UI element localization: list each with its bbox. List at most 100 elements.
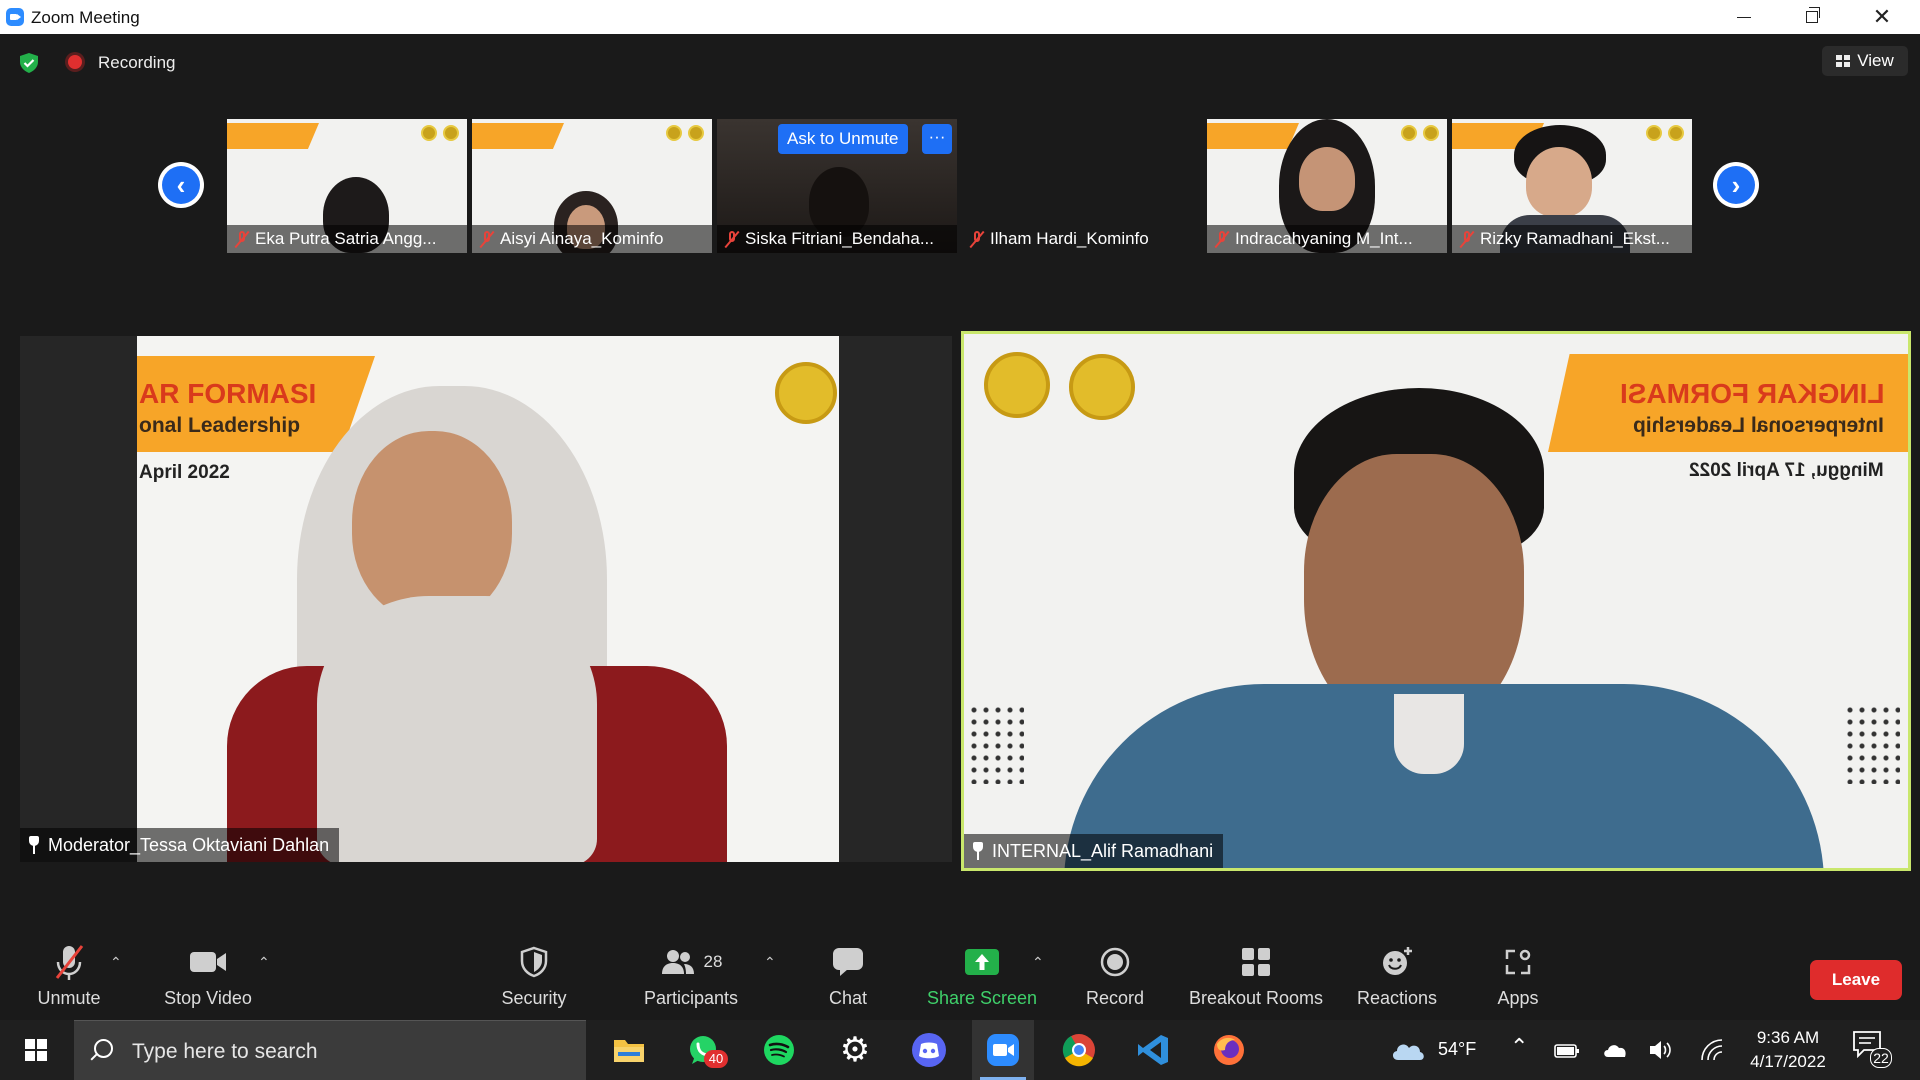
reactions-emoji-icon — [1383, 947, 1412, 975]
breakout-rooms-button[interactable]: Breakout Rooms — [1184, 940, 1328, 1020]
taskbar-search-input[interactable] — [130, 1036, 554, 1068]
volume-speaker-icon[interactable] — [1648, 1038, 1674, 1062]
record-button[interactable]: Record — [1078, 940, 1152, 1020]
reactions-label: Reactions — [1356, 988, 1438, 1008]
share-screen-icon — [965, 949, 999, 975]
security-button[interactable]: Security — [494, 940, 574, 1020]
windows-taskbar: 40 ⚙ — [0, 1020, 1920, 1080]
zoom-app-icon — [6, 8, 24, 26]
wifi-icon[interactable] — [1700, 1038, 1724, 1062]
muted-mic-icon — [725, 230, 739, 248]
participant-tile[interactable]: Rizky Ramadhani_Ekst... — [1452, 119, 1692, 253]
spotify-app[interactable] — [748, 1020, 810, 1080]
folder-icon — [614, 1040, 644, 1062]
taskbar-clock[interactable]: 9:36 AM 4/17/2022 — [1738, 1026, 1838, 1074]
next-page-button[interactable]: › — [1713, 162, 1759, 208]
notification-center-button[interactable]: 22 — [1852, 1030, 1892, 1070]
taskbar-search[interactable] — [74, 1020, 586, 1080]
encryption-shield-icon[interactable] — [18, 52, 40, 74]
participant-tile[interactable]: Indracahyaning M_Int... — [1207, 119, 1447, 253]
muted-mic-icon — [970, 230, 984, 248]
minimize-button[interactable] — [1716, 0, 1772, 34]
university-seal-icon — [1069, 354, 1135, 420]
speaker-nameplate: INTERNAL_Alif Ramadhani — [964, 834, 1224, 868]
slide-date: Minggu, 17 April 2022 — [1689, 460, 1884, 481]
unmute-button[interactable]: Unmute — [30, 940, 108, 1020]
leave-meeting-button[interactable]: Leave — [1810, 960, 1902, 1000]
moderator-video-tile[interactable]: AR FORMASI onal Leadership April 2022 Mo… — [20, 336, 952, 862]
zoom-app[interactable] — [972, 1020, 1034, 1080]
university-seal-icon — [775, 362, 837, 424]
participants-options-caret-icon[interactable]: ⌃ — [764, 954, 776, 971]
share-screen-button[interactable]: Share Screen — [922, 940, 1042, 1020]
slide-subtitle: Interpersonal Leadership — [1633, 414, 1884, 437]
clock-time: 9:36 AM — [1756, 1028, 1820, 1047]
whatsapp-app[interactable]: 40 — [672, 1020, 734, 1080]
stop-video-button[interactable]: Stop Video — [158, 940, 258, 1020]
video-camera-icon — [190, 952, 226, 972]
participant-name: Ilham Hardi_Kominfo — [990, 229, 1149, 248]
participants-label: Participants — [643, 988, 739, 1008]
slide-subtitle: onal Leadership — [139, 414, 301, 437]
muted-mic-icon — [1460, 230, 1474, 248]
window-title: Zoom Meeting — [31, 8, 140, 27]
chat-button[interactable]: Chat — [818, 940, 878, 1020]
participants-button[interactable]: 28 Participants — [638, 940, 744, 1020]
vscode-icon — [1138, 1035, 1168, 1065]
restore-icon — [1806, 7, 1820, 23]
video-options-caret-icon[interactable]: ⌃ — [258, 954, 270, 971]
security-label: Security — [501, 988, 567, 1008]
chevron-right-icon: › — [1717, 166, 1755, 204]
participant-tile[interactable]: Eka Putra Satria Angg... — [227, 119, 467, 253]
share-options-caret-icon[interactable]: ⌃ — [1032, 954, 1044, 971]
restore-button[interactable] — [1784, 0, 1840, 34]
slide-title: AR FORMASI — [139, 378, 317, 409]
view-label: View — [1857, 51, 1894, 70]
more-options-button[interactable]: ··· — [922, 124, 952, 154]
weather-temperature[interactable]: 54°F — [1438, 1039, 1476, 1060]
start-button[interactable] — [0, 1020, 72, 1080]
onedrive-cloud-icon[interactable] — [1602, 1042, 1628, 1058]
chrome-app[interactable] — [1048, 1020, 1110, 1080]
participant-nameplate: Siska Fitriani_Bendaha... — [717, 225, 957, 253]
audio-options-caret-icon[interactable]: ⌃ — [110, 954, 122, 971]
file-explorer-app[interactable] — [598, 1020, 660, 1080]
gear-icon: ⚙ — [839, 1031, 871, 1069]
pin-icon — [970, 842, 986, 860]
discord-app[interactable] — [898, 1020, 960, 1080]
participant-name: Indracahyaning M_Int... — [1235, 229, 1413, 248]
chat-label: Chat — [828, 988, 868, 1008]
participant-tile[interactable]: Aisyi Ainaya_Kominfo — [472, 119, 712, 253]
close-window-button[interactable]: ✕ — [1854, 0, 1910, 34]
firefox-app[interactable] — [1198, 1020, 1260, 1080]
security-shield-icon — [520, 946, 548, 978]
participants-icon — [661, 950, 694, 974]
participant-nameplate: Eka Putra Satria Angg... — [227, 225, 467, 253]
previous-page-button[interactable]: ‹ — [158, 162, 204, 208]
recording-indicator-icon — [68, 55, 82, 69]
recording-label[interactable]: Recording — [98, 53, 176, 73]
chevron-left-icon: ‹ — [162, 166, 200, 204]
speaker-video-tile[interactable]: LINGKAR FORMASI Interpersonal Leadership… — [961, 331, 1911, 871]
participant-nameplate: Aisyi Ainaya_Kominfo — [472, 225, 712, 253]
participant-name: Rizky Ramadhani_Ekst... — [1480, 229, 1670, 248]
weather-cloud-icon[interactable] — [1390, 1036, 1426, 1062]
vscode-app[interactable] — [1122, 1020, 1184, 1080]
minimize-icon — [1737, 16, 1751, 18]
pin-icon — [26, 836, 42, 854]
participant-name: Siska Fitriani_Bendaha... — [745, 229, 934, 248]
participant-tile[interactable]: Ilham Hardi_Kominfo — [962, 119, 1202, 253]
share-screen-label: Share Screen — [926, 988, 1038, 1008]
apps-button[interactable]: Apps — [1488, 940, 1548, 1020]
ask-to-unmute-button[interactable]: Ask to Unmute — [778, 124, 908, 154]
view-button[interactable]: View — [1822, 46, 1908, 76]
reactions-button[interactable]: Reactions — [1350, 940, 1444, 1020]
show-hidden-icons-caret-icon[interactable]: ⌃ — [1510, 1034, 1528, 1060]
settings-app[interactable]: ⚙ — [824, 1020, 886, 1080]
participants-count: 28 — [703, 952, 723, 971]
search-icon — [94, 1039, 113, 1058]
spotify-icon — [764, 1035, 794, 1065]
muted-mic-icon — [480, 230, 494, 248]
battery-icon[interactable] — [1554, 1042, 1580, 1060]
whatsapp-badge: 40 — [704, 1050, 728, 1068]
